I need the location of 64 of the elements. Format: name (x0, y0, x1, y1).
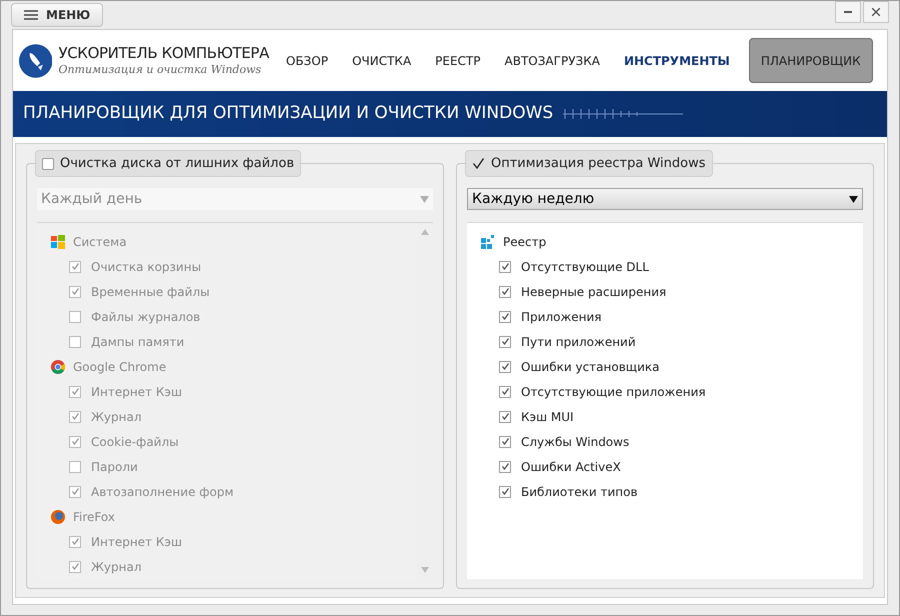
nav-tab[interactable]: АВТОЗАГРУЗКА (494, 38, 611, 83)
group-label: FireFox (73, 508, 115, 526)
nav-tab[interactable]: ОБЗОР (275, 38, 340, 83)
app-title: УСКОРИТЕЛЬ КОМПЬЮТЕРА (58, 44, 269, 63)
checkbox[interactable] (69, 260, 81, 272)
checkbox[interactable] (69, 386, 81, 398)
menu-button[interactable]: МЕНЮ (11, 3, 104, 27)
option-label[interactable]: Библиотеки типов (521, 482, 638, 500)
checkbox[interactable] (499, 286, 511, 298)
option-label[interactable]: Неверные расширения (521, 282, 666, 300)
ruler-decoration-icon (563, 108, 684, 120)
browser-logo-icon (51, 510, 65, 524)
checkbox[interactable] (499, 410, 511, 422)
windows-logo-icon (51, 234, 65, 248)
option-label[interactable]: Пути приложений (521, 332, 636, 350)
option-label[interactable]: Отсутствующие DLL (521, 258, 649, 276)
checkbox-icon (42, 158, 54, 170)
scroll-up-icon[interactable] (421, 229, 429, 235)
banner-title: ПЛАНИРОВЩИК ДЛЯ ОПТИМИЗАЦИИ И ОЧИСТКИ WINDOWS (23, 102, 554, 126)
checkbox[interactable] (69, 460, 81, 472)
section-header[interactable]: Очистка диска от лишних файлов (35, 150, 302, 177)
close-icon (872, 8, 880, 16)
checkbox[interactable] (69, 536, 81, 548)
checkbox[interactable] (69, 336, 81, 348)
checkbox[interactable] (69, 286, 81, 298)
option-label[interactable]: Отсутствующие приложения (521, 382, 706, 400)
option-label[interactable]: Приложения (521, 308, 602, 326)
browser-logo-icon (51, 360, 65, 374)
app-subtitle: Оптимизация и очистка Windows (58, 63, 262, 77)
group-label: Система (73, 234, 127, 250)
checkbox[interactable] (499, 486, 511, 498)
option-label[interactable]: Кэш MUI (521, 408, 574, 426)
nav-tab[interactable]: ОЧИСТКА (341, 38, 422, 83)
checkbox[interactable] (69, 410, 81, 422)
checkbox[interactable] (499, 310, 511, 322)
checkbox[interactable] (69, 560, 81, 572)
checkbox[interactable] (499, 436, 511, 448)
close-button[interactable] (863, 1, 889, 23)
minimize-icon (844, 11, 852, 13)
checkbox[interactable] (499, 260, 511, 272)
checkbox[interactable] (499, 460, 511, 472)
option-label[interactable]: Ошибки ActiveX (521, 458, 621, 476)
group-label: Реестр (503, 234, 546, 250)
option-label[interactable]: Службы Windows (521, 432, 630, 450)
checkbox[interactable] (69, 436, 81, 448)
group-label: Google Chrome (73, 358, 166, 376)
checkbox[interactable] (499, 336, 511, 348)
checkbox[interactable] (499, 386, 511, 398)
option-label[interactable]: Ошибки установщика (521, 358, 660, 376)
dropdown-arrow-icon (849, 196, 858, 202)
schedule-dropdown[interactable]: Каждую неделю (467, 188, 863, 210)
nav-tab[interactable]: РЕЕСТР (424, 38, 492, 83)
minimize-button[interactable] (835, 1, 861, 23)
menu-icon (24, 10, 38, 20)
nav-tab[interactable]: ПЛАНИРОВЩИК (748, 38, 873, 83)
nav-tab[interactable]: ИНСТРУМЕНТЫ (612, 38, 741, 83)
section-header[interactable]: Оптимизация реестра Windows (465, 150, 712, 177)
checkbox[interactable] (69, 486, 81, 498)
checkbox[interactable] (69, 310, 81, 322)
check-icon (472, 157, 485, 170)
registry-icon (481, 234, 495, 248)
dropdown-arrow-icon (420, 196, 429, 202)
scroll-down-icon[interactable] (421, 567, 429, 573)
checkbox[interactable] (499, 360, 511, 372)
